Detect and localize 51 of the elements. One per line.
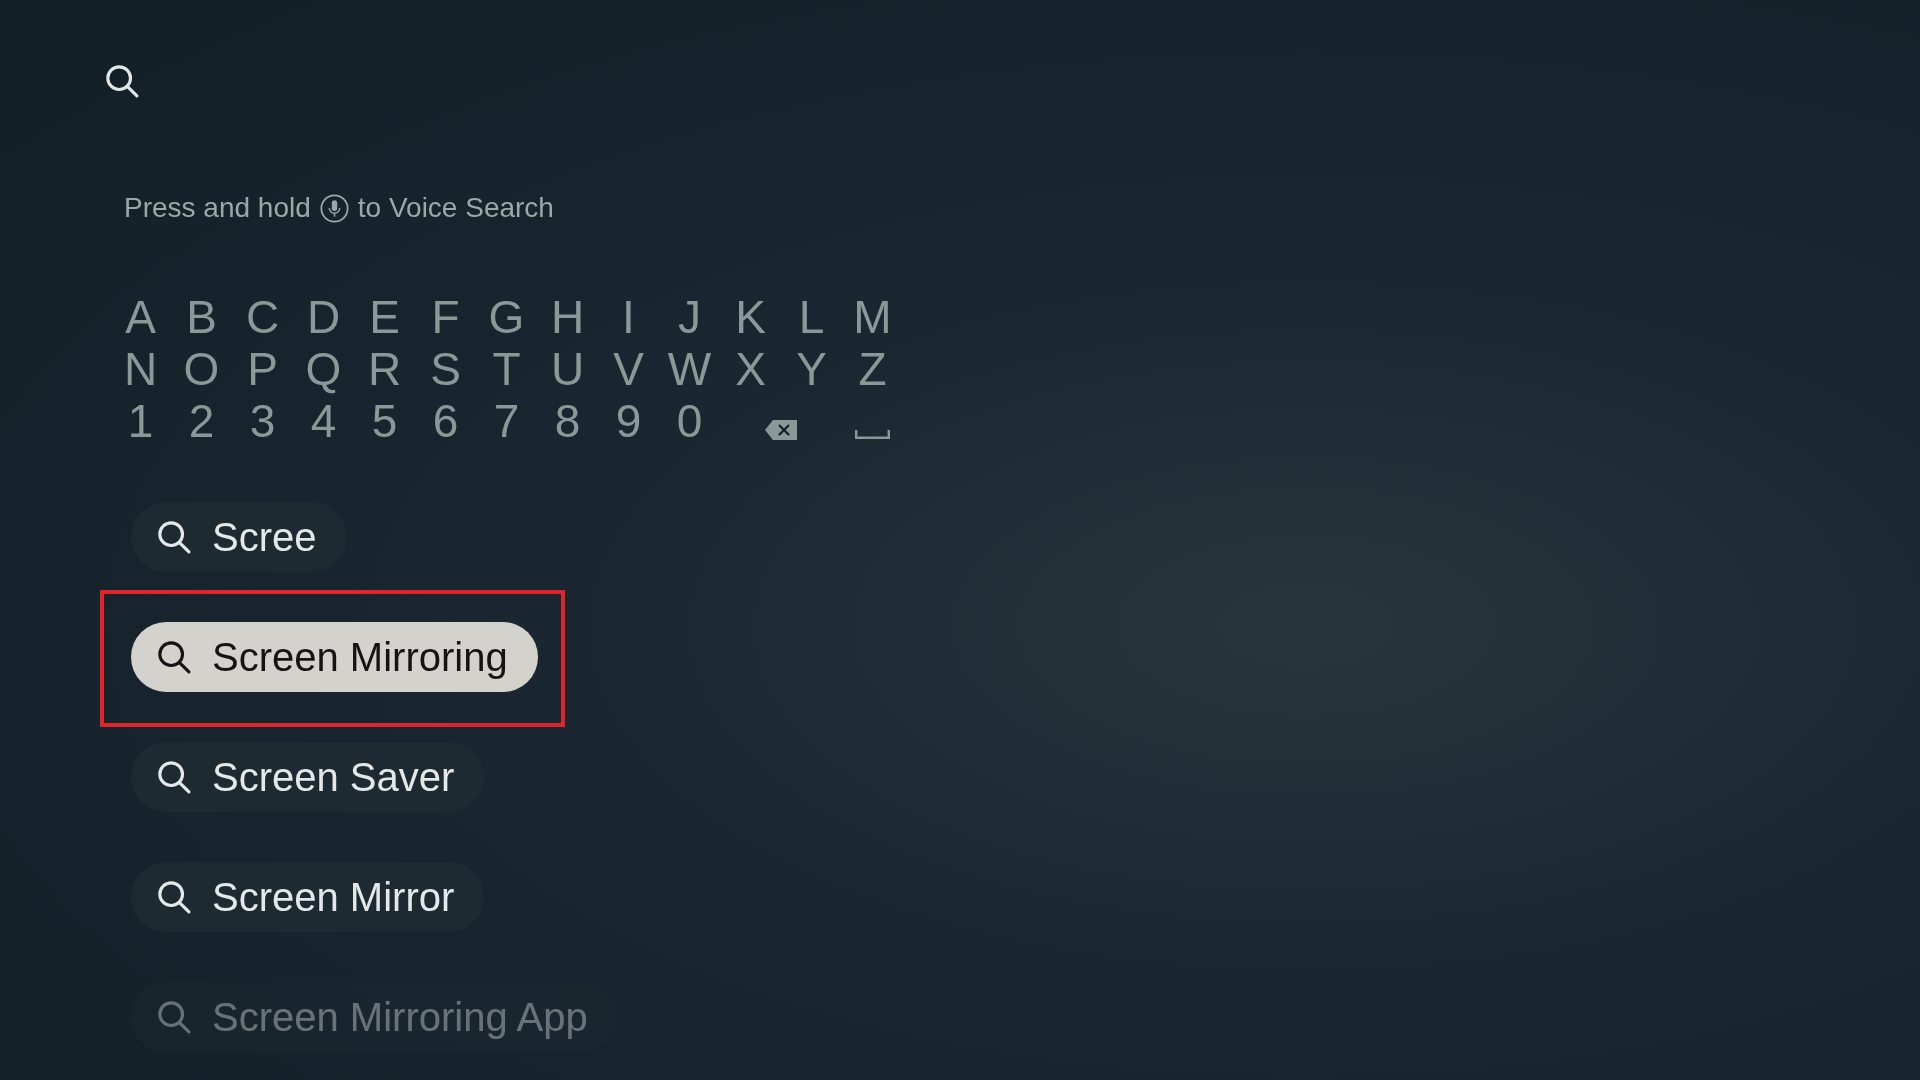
keyboard-key[interactable]: 9 xyxy=(615,398,642,444)
keyboard-key[interactable]: 4 xyxy=(310,398,337,444)
keyboard-key[interactable]: G xyxy=(488,294,525,340)
keyboard-key[interactable]: F xyxy=(431,294,460,340)
keyboard-key[interactable]: 1 xyxy=(127,398,154,444)
backspace-icon[interactable] xyxy=(765,420,797,440)
keyboard-key[interactable]: I xyxy=(622,294,635,340)
keyboard-key[interactable]: J xyxy=(678,294,701,340)
keyboard-key[interactable]: B xyxy=(186,294,217,340)
keyboard-key[interactable]: P xyxy=(247,346,278,392)
space-bar-icon[interactable] xyxy=(855,429,890,439)
keyboard-key[interactable]: C xyxy=(245,294,280,340)
search-icon xyxy=(157,880,191,914)
suggestion-button[interactable]: Scree xyxy=(131,502,347,572)
keyboard-key[interactable]: 2 xyxy=(188,398,215,444)
keyboard-key[interactable]: X xyxy=(735,346,766,392)
keyboard-key[interactable]: 5 xyxy=(371,398,398,444)
keyboard-key[interactable]: R xyxy=(367,346,402,392)
keyboard-key[interactable]: Z xyxy=(858,346,887,392)
suggestion-button[interactable]: Screen Mirroring xyxy=(131,622,538,692)
keyboard-key[interactable]: M xyxy=(853,294,892,340)
search-icon xyxy=(157,640,191,674)
keyboard-key[interactable]: N xyxy=(123,346,158,392)
keyboard-key[interactable]: H xyxy=(550,294,585,340)
keyboard-key[interactable]: 0 xyxy=(676,398,703,444)
keyboard-key[interactable]: S xyxy=(430,346,461,392)
keyboard-key[interactable]: 7 xyxy=(493,398,520,444)
keyboard-key[interactable]: L xyxy=(798,294,825,340)
keyboard-key[interactable]: 3 xyxy=(249,398,276,444)
keyboard-key[interactable]: Y xyxy=(796,346,827,392)
keyboard-key[interactable]: U xyxy=(550,346,585,392)
microphone-icon xyxy=(319,193,349,223)
keyboard-key[interactable]: 8 xyxy=(554,398,581,444)
keyboard-key[interactable]: A xyxy=(125,294,156,340)
keyboard-key[interactable]: T xyxy=(492,346,521,392)
keyboard-key[interactable]: Q xyxy=(305,346,342,392)
keyboard-key[interactable]: W xyxy=(667,346,712,392)
search-icon xyxy=(157,520,191,554)
voice-hint-text: to Voice Search xyxy=(357,191,554,225)
search-icon[interactable] xyxy=(105,64,139,98)
keyboard-key[interactable]: D xyxy=(306,294,341,340)
suggestion-button[interactable]: Screen Saver xyxy=(131,742,485,812)
search-icon xyxy=(157,760,191,794)
keyboard-key[interactable]: K xyxy=(735,294,766,340)
keyboard-key[interactable]: O xyxy=(183,346,220,392)
keyboard-key[interactable]: 6 xyxy=(432,398,459,444)
keyboard-key[interactable]: V xyxy=(613,346,644,392)
suggestion-button[interactable]: Screen Mirror xyxy=(131,862,485,932)
search-icon xyxy=(157,1000,191,1034)
keyboard-key[interactable]: E xyxy=(369,294,400,340)
voice-hint-text: Press and hold xyxy=(124,191,311,225)
